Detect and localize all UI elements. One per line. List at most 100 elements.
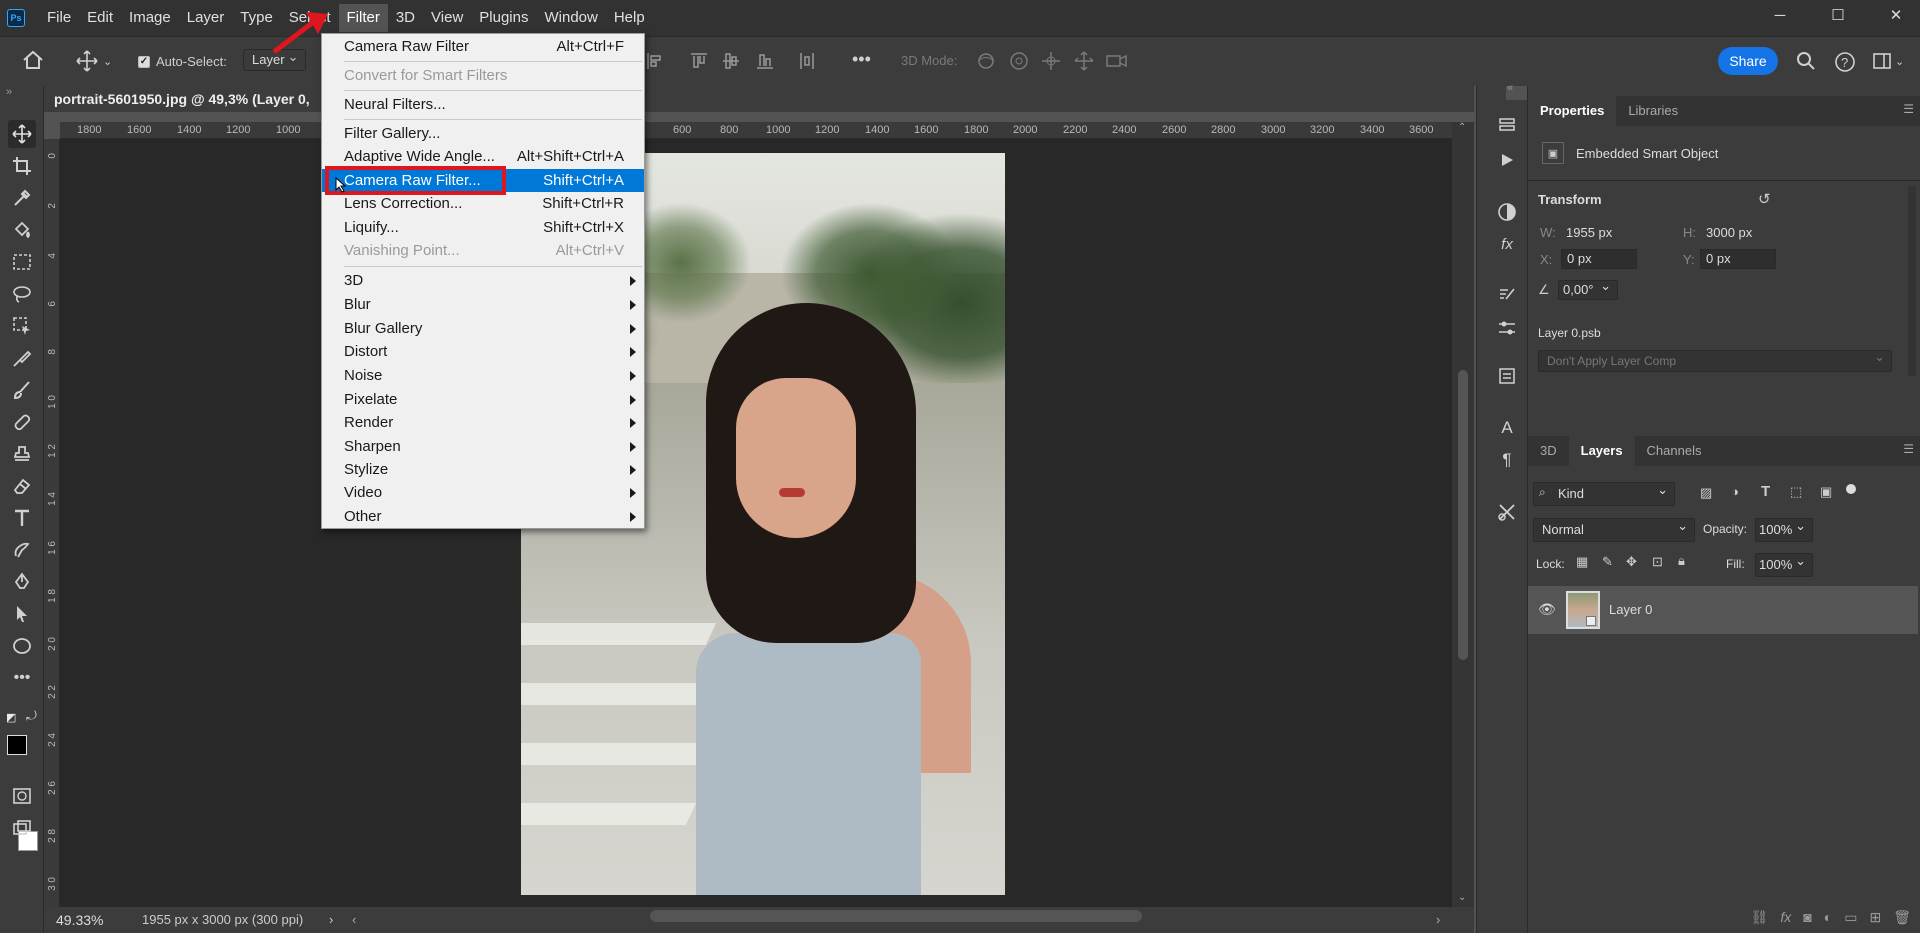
menu-item-other[interactable]: Other — [322, 505, 644, 528]
properties-scrollbar[interactable] — [1908, 186, 1916, 376]
scroll-right-icon[interactable]: › — [1436, 912, 1440, 927]
align-top-edges-icon[interactable] — [690, 51, 708, 71]
x-position-input[interactable]: 0 px — [1561, 249, 1637, 269]
menu-item-3d[interactable]: 3D — [322, 269, 644, 292]
lock-transparency-icon[interactable]: ▦ — [1576, 554, 1588, 570]
auto-select-checkbox[interactable]: ✓ Auto-Select: — [138, 54, 227, 69]
bandaid-tool-icon[interactable] — [8, 408, 36, 436]
document-tab[interactable]: portrait-5601950.jpg @ 49,3% (Layer 0, — [54, 86, 310, 112]
crop-tool-icon[interactable] — [8, 152, 36, 180]
tab-properties[interactable]: Properties — [1528, 96, 1617, 126]
move-tool-preset-icon[interactable]: ⌄ — [76, 50, 112, 72]
brush-tool-icon[interactable] — [8, 376, 36, 404]
menu-view[interactable]: View — [423, 4, 471, 32]
fx-styles-icon[interactable]: fx — [1492, 230, 1522, 258]
new-layer-icon[interactable]: ⊞ — [1869, 909, 1881, 926]
menu-help[interactable]: Help — [606, 4, 653, 32]
menu-window[interactable]: Window — [536, 4, 605, 32]
menu-item-liquify[interactable]: Liquify... Shift+Ctrl+X — [322, 216, 644, 239]
share-button[interactable]: Share — [1718, 47, 1778, 75]
reset-transform-icon[interactable]: ↺ — [1758, 190, 1771, 208]
filter-smart-object-icon[interactable]: ▣ — [1820, 484, 1832, 500]
menu-filter[interactable]: Filter — [338, 4, 388, 32]
3d-orbit-icon[interactable] — [975, 50, 997, 72]
screen-mode-icon[interactable] — [8, 814, 36, 842]
brush-settings-icon[interactable] — [1492, 314, 1522, 342]
menu-item-adaptive-wide-angle[interactable]: Adaptive Wide Angle... Alt+Shift+Ctrl+A — [322, 145, 644, 168]
3d-roll-icon[interactable] — [1008, 50, 1030, 72]
menu-3d[interactable]: 3D — [388, 4, 423, 32]
3d-pan-icon[interactable] — [1040, 50, 1062, 72]
menu-plugins[interactable]: Plugins — [471, 4, 536, 32]
menu-item-blur-gallery[interactable]: Blur Gallery — [322, 317, 644, 340]
adjustment-layer-icon[interactable]: ◐ — [1824, 909, 1832, 925]
eraser-tool-icon[interactable] — [8, 472, 36, 500]
clone-stamp-tool-icon[interactable] — [8, 440, 36, 468]
menu-item-blur[interactable]: Blur — [322, 293, 644, 316]
fx-icon[interactable]: fx — [1780, 909, 1791, 925]
maximize-button[interactable]: ☐ — [1814, 0, 1862, 30]
menu-layer[interactable]: Layer — [179, 4, 233, 32]
default-colors-icon[interactable]: ◩ — [6, 711, 16, 724]
zoom-level[interactable]: 49.33% — [56, 912, 103, 928]
lock-image-pixels-icon[interactable]: ✎ — [1602, 554, 1613, 570]
minimize-button[interactable]: ─ — [1756, 0, 1804, 30]
menu-file[interactable]: File — [39, 4, 79, 32]
link-layers-icon[interactable]: ⛓ — [1751, 909, 1769, 926]
layer-comp-dropdown[interactable]: Don't Apply Layer Comp — [1538, 347, 1892, 372]
filter-pixel-layer-icon[interactable]: ▨ — [1700, 485, 1712, 501]
collapse-toolbar-icon[interactable]: » — [6, 86, 12, 98]
fill-input[interactable]: 100% — [1755, 550, 1813, 577]
lock-artboard-icon[interactable]: ⊡ — [1652, 554, 1663, 570]
collapse-panels-icon[interactable]: « — [1507, 82, 1513, 94]
more-options-icon[interactable]: ••• — [852, 49, 871, 70]
distribute-icon[interactable] — [798, 51, 816, 71]
smudge-tool-icon[interactable] — [8, 536, 36, 564]
menu-item-lens-correction[interactable]: Lens Correction... Shift+Ctrl+R — [322, 192, 644, 215]
align-bottom-edges-icon[interactable] — [756, 51, 774, 71]
properties-panel-menu-icon[interactable]: ☰ — [1903, 102, 1914, 116]
type-tool-icon[interactable] — [8, 504, 36, 532]
horizontal-scroll-thumb[interactable] — [650, 910, 1142, 922]
layer-filter-kind-dropdown[interactable]: Kind — [1533, 479, 1675, 506]
trash-icon[interactable]: 🗑︎ — [1893, 909, 1911, 926]
ellipse-tool-icon[interactable] — [8, 632, 36, 660]
menu-item-distort[interactable]: Distort — [322, 340, 644, 363]
y-position-input[interactable]: 0 px — [1700, 249, 1776, 269]
lasso-tool-icon[interactable] — [8, 280, 36, 308]
properties-panel-icon[interactable] — [1492, 362, 1522, 390]
align-vertical-centers-icon[interactable] — [722, 51, 740, 71]
actions-play-icon[interactable] — [1492, 146, 1522, 174]
marquee-tool-icon[interactable] — [8, 248, 36, 276]
opacity-input[interactable]: 100% — [1755, 515, 1813, 542]
quick-mask-icon[interactable] — [8, 782, 36, 810]
filter-adjustment-layer-icon[interactable]: ◑ — [1731, 484, 1739, 499]
new-group-folder-icon[interactable]: ▭ — [1844, 909, 1857, 926]
blend-mode-dropdown[interactable]: Normal — [1533, 515, 1695, 542]
layer-name[interactable]: Layer 0 — [1609, 602, 1652, 617]
menu-item-stylize[interactable]: Stylize — [322, 458, 644, 481]
workspace-icon[interactable]: ⌄ — [1872, 51, 1904, 71]
lock-position-icon[interactable]: ✥ — [1626, 554, 1637, 570]
3d-scale-icon[interactable] — [1105, 50, 1129, 72]
move-tool-icon[interactable] — [8, 120, 36, 148]
tab-3d[interactable]: 3D — [1528, 436, 1569, 466]
paint-bucket-tool-icon[interactable] — [8, 216, 36, 244]
menu-edit[interactable]: Edit — [79, 4, 121, 32]
vertical-scrollbar[interactable]: ⌃ ⌄ — [1452, 122, 1474, 907]
angle-dropdown[interactable]: 0,00° — [1558, 277, 1618, 300]
menu-item-neural-filters[interactable]: Neural Filters... — [322, 93, 644, 116]
character-panel-icon[interactable]: A — [1492, 414, 1522, 442]
tool-presets-icon[interactable] — [1492, 498, 1522, 526]
path-selection-tool-icon[interactable] — [8, 600, 36, 628]
add-mask-icon[interactable]: ◙ — [1803, 909, 1811, 925]
tab-libraries[interactable]: Libraries — [1616, 96, 1690, 126]
adjustments-panel-icon[interactable] — [1492, 198, 1522, 226]
filter-shape-layer-icon[interactable]: ⬚ — [1790, 484, 1802, 500]
layer-row[interactable]: 👁︎ Layer 0 — [1528, 586, 1918, 634]
close-window-button[interactable]: ✕ — [1872, 0, 1920, 30]
object-selection-tool-icon[interactable] — [8, 312, 36, 340]
scroll-up-icon[interactable]: ⌃ — [1458, 122, 1466, 133]
search-icon[interactable] — [1796, 51, 1816, 71]
menu-image[interactable]: Image — [121, 4, 179, 32]
